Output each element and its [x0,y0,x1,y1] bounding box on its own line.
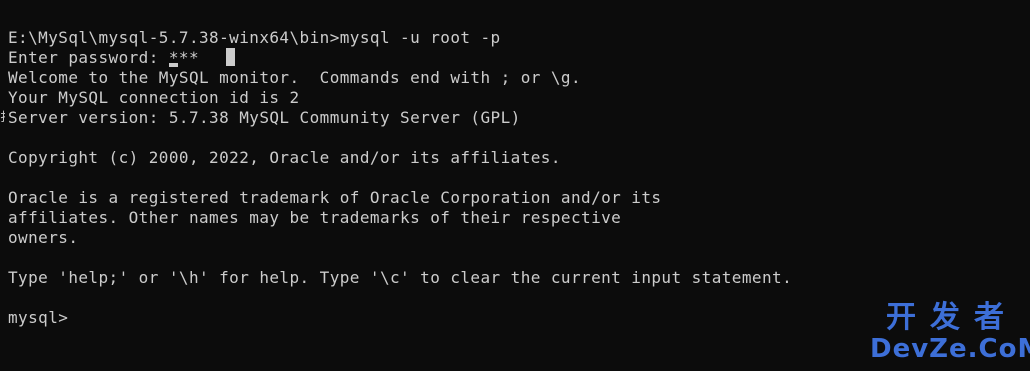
watermark-logo: 开发者 DevZe.CoM [870,300,1030,364]
copyright-line: Copyright (c) 2000, 2022, Oracle and/or … [8,148,561,167]
password-line: Enter password: *** [8,48,236,68]
trademark-line-1: Oracle is a registered trademark of Orac… [8,188,662,207]
text-cursor [226,48,236,66]
server-version-line: Server version: 5.7.38 MySQL Community S… [8,108,521,127]
trademark-line-2: affiliates. Other names may be trademark… [8,208,622,227]
password-label: Enter password: [8,48,169,67]
watermark-top-text: 开发者 [886,300,1018,335]
password-mask: ** [178,48,200,67]
side-glyph-fragment: 扌 [0,108,5,124]
welcome-line: Welcome to the MySQL monitor. Commands e… [8,68,582,87]
mysql-prompt[interactable]: mysql> [8,308,68,328]
connection-id-line: Your MySQL connection id is 2 [8,88,300,107]
command-line: E:\MySql\mysql-5.7.38-winx64\bin>mysql -… [8,28,501,47]
terminal-window[interactable]: E:\MySql\mysql-5.7.38-winx64\bin>mysql -… [0,0,1030,371]
watermark-bottom-text: DevZe.CoM [870,334,1030,364]
help-line: Type 'help;' or '\h' for help. Type '\c'… [8,268,793,287]
password-mask-cursor: * [168,48,179,67]
trademark-line-3: owners. [8,228,79,247]
